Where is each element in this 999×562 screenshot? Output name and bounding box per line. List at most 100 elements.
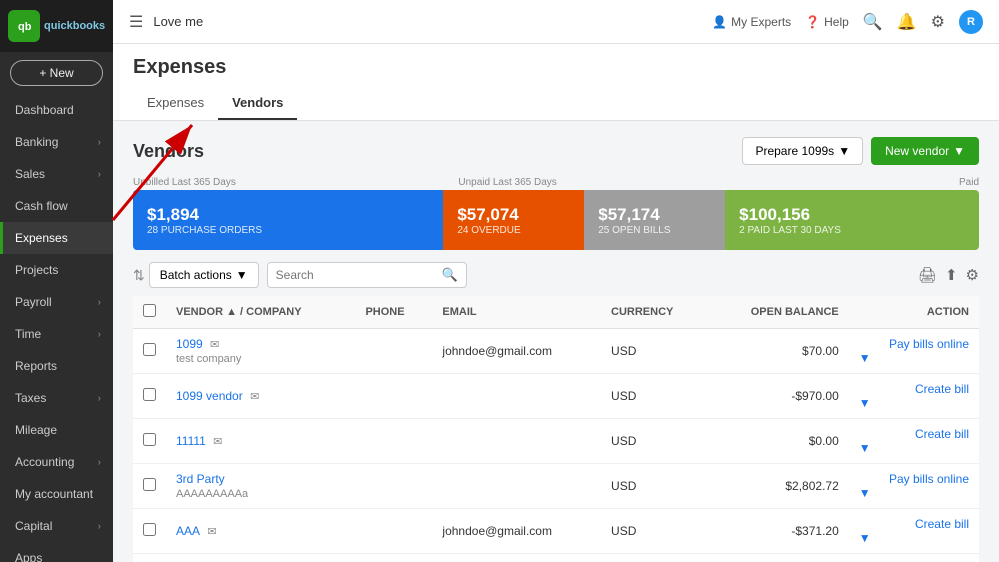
vendors-title: Vendors <box>133 141 204 162</box>
action-dropdown[interactable]: ▼ <box>859 351 969 365</box>
overdue-bar[interactable]: $57,074 24 OVERDUE <box>443 190 584 250</box>
action-dropdown[interactable]: ▼ <box>859 441 969 455</box>
settings-icon[interactable]: ⚙ <box>931 12 945 32</box>
new-vendor-button[interactable]: New vendor ▼ <box>871 137 979 165</box>
vendor-action-link[interactable]: Create bill <box>915 382 969 396</box>
purchase-orders-bar[interactable]: $1,894 28 PURCHASE ORDERS <box>133 190 443 250</box>
my-experts-button[interactable]: 👤 My Experts <box>712 15 791 29</box>
column-header-6[interactable]: ACTION <box>849 296 979 329</box>
content-area: Expenses ExpensesVendors Vendors Prepare… <box>113 44 999 562</box>
vendor-email-cell <box>432 419 601 464</box>
tab-expenses[interactable]: Expenses <box>133 87 218 120</box>
sidebar-item-accounting[interactable]: Accounting› <box>0 446 113 478</box>
table-row: 1099 ✉test companyjohndoe@gmail.comUSD$7… <box>133 329 979 374</box>
row-checkbox[interactable] <box>143 343 156 356</box>
sidebar-item-cash-flow[interactable]: Cash flow <box>0 190 113 222</box>
sidebar-item-time[interactable]: Time› <box>0 318 113 350</box>
prepare-1099s-button[interactable]: Prepare 1099s ▼ <box>742 137 863 165</box>
select-all-checkbox[interactable] <box>143 304 156 317</box>
vendor-name-link[interactable]: 1099 vendor <box>176 389 243 403</box>
vendor-phone-cell <box>355 554 432 562</box>
vendor-name-link[interactable]: 3rd Party <box>176 472 225 486</box>
table-row: 3rd PartyAAAAAAAAAaUSD$2,802.72Pay bills… <box>133 464 979 509</box>
search-icon[interactable]: 🔍 <box>863 12 883 32</box>
row-checkbox[interactable] <box>143 433 156 446</box>
vendor-toolbar-right: 🖨 ⬆ ⚙ <box>918 266 979 284</box>
vendor-action-link[interactable]: Pay bills online <box>889 472 969 486</box>
row-checkbox[interactable] <box>143 478 156 491</box>
vendor-action-link[interactable]: Pay bills online <box>889 337 969 351</box>
sidebar-item-reports[interactable]: Reports <box>0 350 113 382</box>
overdue-amount: $57,074 <box>457 205 570 225</box>
quickbooks-logo-text: quickbooks <box>44 20 105 32</box>
vendor-action-link[interactable]: Create bill <box>915 517 969 531</box>
print-icon[interactable]: 🖨 <box>918 266 937 284</box>
row-checkbox-cell <box>133 509 166 554</box>
vendor-action-link[interactable]: Create bill <box>915 427 969 441</box>
open-bills-sub: 25 OPEN BILLS <box>598 225 711 236</box>
sidebar-item-sales[interactable]: Sales› <box>0 158 113 190</box>
column-header-1[interactable]: VENDOR ▲ / COMPANY <box>166 296 355 329</box>
action-dropdown[interactable]: ▼ <box>859 396 969 410</box>
vendor-name-link[interactable]: AAA <box>176 524 200 538</box>
paid-bar[interactable]: $100,156 2 PAID LAST 30 DAYS <box>725 190 979 250</box>
new-button[interactable]: + New <box>10 60 103 86</box>
sidebar-item-label: Expenses <box>15 231 68 245</box>
paid-sub: 2 PAID LAST 30 DAYS <box>739 225 965 236</box>
search-icon: 🔍 <box>442 267 458 283</box>
column-header-4[interactable]: CURRENCY <box>601 296 708 329</box>
column-header-2[interactable]: PHONE <box>355 296 432 329</box>
hamburger-icon[interactable]: ☰ <box>129 12 143 32</box>
vendor-phone-cell <box>355 419 432 464</box>
vendor-name-link[interactable]: 11111 <box>176 434 206 448</box>
sidebar-item-dashboard[interactable]: Dashboard <box>0 94 113 126</box>
notifications-icon[interactable]: 🔔 <box>897 12 917 32</box>
sidebar-item-label: Projects <box>15 263 58 277</box>
action-dropdown[interactable]: ▼ <box>859 531 969 545</box>
overdue-sub: 24 OVERDUE <box>457 225 570 236</box>
column-header-3[interactable]: EMAIL <box>432 296 601 329</box>
row-checkbox[interactable] <box>143 388 156 401</box>
topbar-right: 👤 My Experts ❓ Help 🔍 🔔 ⚙ R <box>712 10 983 34</box>
tab-vendors[interactable]: Vendors <box>218 87 297 120</box>
sidebar-item-apps[interactable]: Apps <box>0 542 113 562</box>
avatar[interactable]: R <box>959 10 983 34</box>
column-header-5[interactable]: OPEN BALANCE <box>708 296 849 329</box>
topbar-subtitle: Love me <box>153 14 203 29</box>
vendor-action-cell: Pay bills online ▼ <box>849 464 979 509</box>
action-dropdown[interactable]: ▼ <box>859 486 969 500</box>
vendor-toolbar-left: ⇅ Batch actions ▼ 🔍 <box>133 262 467 288</box>
vendor-name-link[interactable]: 1099 <box>176 337 203 351</box>
vendor-email-cell <box>432 374 601 419</box>
open-bills-bar[interactable]: $57,174 25 OPEN BILLS <box>584 190 725 250</box>
search-input[interactable] <box>276 268 436 282</box>
row-checkbox[interactable] <box>143 523 156 536</box>
email-icon: ✉ <box>207 526 216 538</box>
sidebar-item-mileage[interactable]: Mileage <box>0 414 113 446</box>
sidebar-item-label: Accounting <box>15 455 74 469</box>
sidebar-item-expenses[interactable]: Expenses <box>0 222 113 254</box>
export-icon[interactable]: ⬆ <box>945 266 958 284</box>
chevron-right-icon: › <box>98 137 101 148</box>
vendor-action-cell: Pay bills online ▼ <box>849 329 979 374</box>
vendor-balance-cell: $70.00 <box>708 329 849 374</box>
batch-actions-button[interactable]: Batch actions ▼ <box>149 262 259 288</box>
sidebar-item-payroll[interactable]: Payroll› <box>0 286 113 318</box>
sidebar-item-my-accountant[interactable]: My accountant <box>0 478 113 510</box>
vendor-currency-cell: USD <box>601 464 708 509</box>
sidebar-item-taxes[interactable]: Taxes› <box>0 382 113 414</box>
chevron-down-icon: ▼ <box>838 144 850 158</box>
vendor-email-cell <box>432 554 601 562</box>
vendor-balance-cell: -$371.20 <box>708 509 849 554</box>
sidebar-item-banking[interactable]: Banking› <box>0 126 113 158</box>
sidebar-item-label: Apps <box>15 551 42 562</box>
help-button[interactable]: ❓ Help <box>805 15 849 29</box>
table-row: 1099 vendor ✉USD-$970.00Create bill ▼ <box>133 374 979 419</box>
vendor-email-cell <box>432 464 601 509</box>
sidebar-item-label: Sales <box>15 167 45 181</box>
settings-icon[interactable]: ⚙ <box>966 266 979 284</box>
sidebar-item-capital[interactable]: Capital› <box>0 510 113 542</box>
purchase-orders-sub: 28 PURCHASE ORDERS <box>147 225 429 236</box>
sidebar-item-projects[interactable]: Projects <box>0 254 113 286</box>
row-checkbox-cell <box>133 419 166 464</box>
